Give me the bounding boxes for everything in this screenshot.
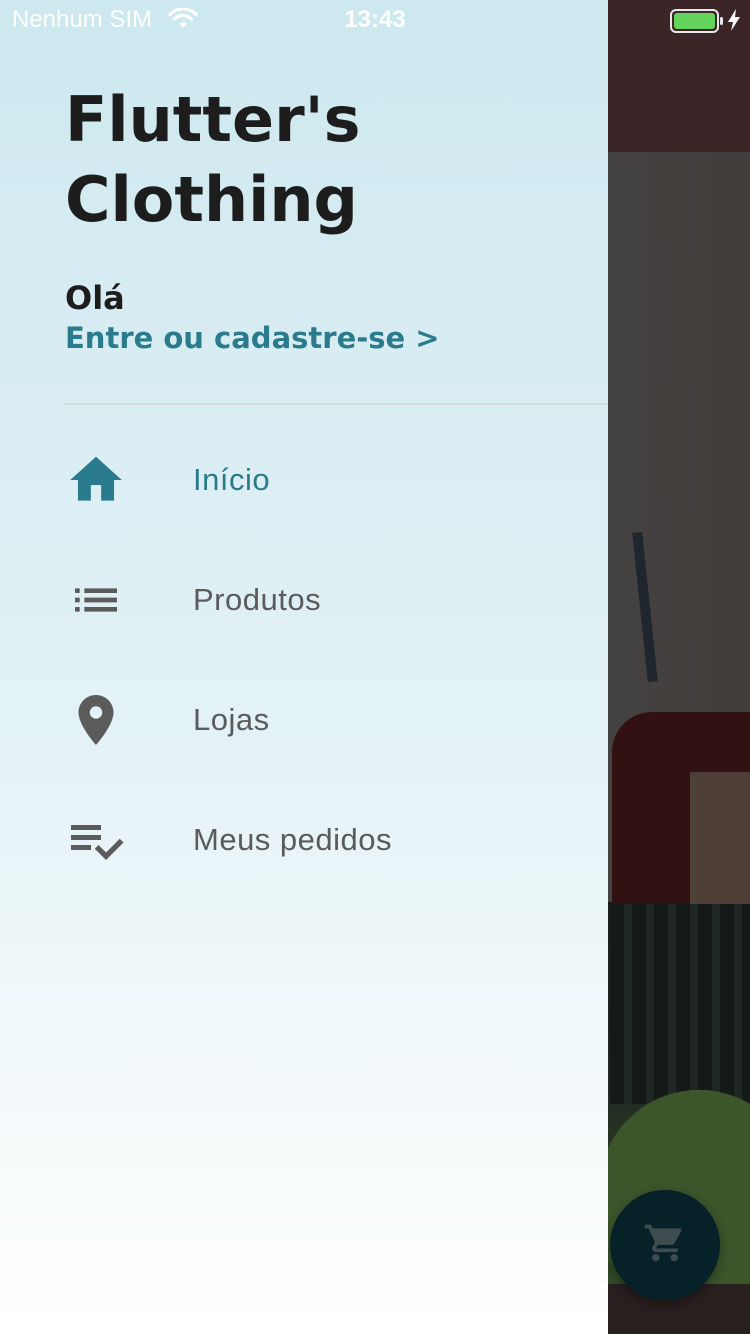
home-icon — [65, 449, 127, 511]
status-time: 13:43 — [344, 6, 406, 33]
menu-item-label: Início — [193, 462, 271, 497]
status-bar: Nenhum SIM 13:43 — [0, 0, 750, 40]
menu-item-produtos[interactable]: Produtos — [0, 540, 608, 660]
menu-item-label: Meus pedidos — [193, 822, 393, 857]
login-signup-link[interactable]: Entre ou cadastre-se > — [65, 318, 485, 358]
navigation-drawer: Flutter's Clothing Olá Entre ou cadastre… — [0, 0, 608, 1334]
menu-item-lojas[interactable]: Lojas — [0, 660, 608, 780]
menu-item-label: Lojas — [193, 702, 270, 737]
menu-item-label: Produtos — [193, 582, 322, 617]
list-icon — [65, 569, 127, 631]
store-title: Flutter's Clothing — [65, 83, 361, 236]
charging-bolt-icon — [727, 8, 741, 39]
drawer-header: Flutter's Clothing Olá Entre ou cadastre… — [65, 80, 485, 358]
greeting-text: Olá — [65, 279, 125, 317]
drawer-menu: Início Produtos Lojas Meus pedidos — [0, 420, 608, 900]
menu-item-inicio[interactable]: Início — [0, 420, 608, 540]
drawer-divider — [64, 403, 608, 405]
menu-item-meus-pedidos[interactable]: Meus pedidos — [0, 780, 608, 900]
battery-charging-icon — [670, 9, 724, 40]
location-pin-icon — [65, 689, 127, 751]
playlist-check-icon — [65, 809, 127, 871]
